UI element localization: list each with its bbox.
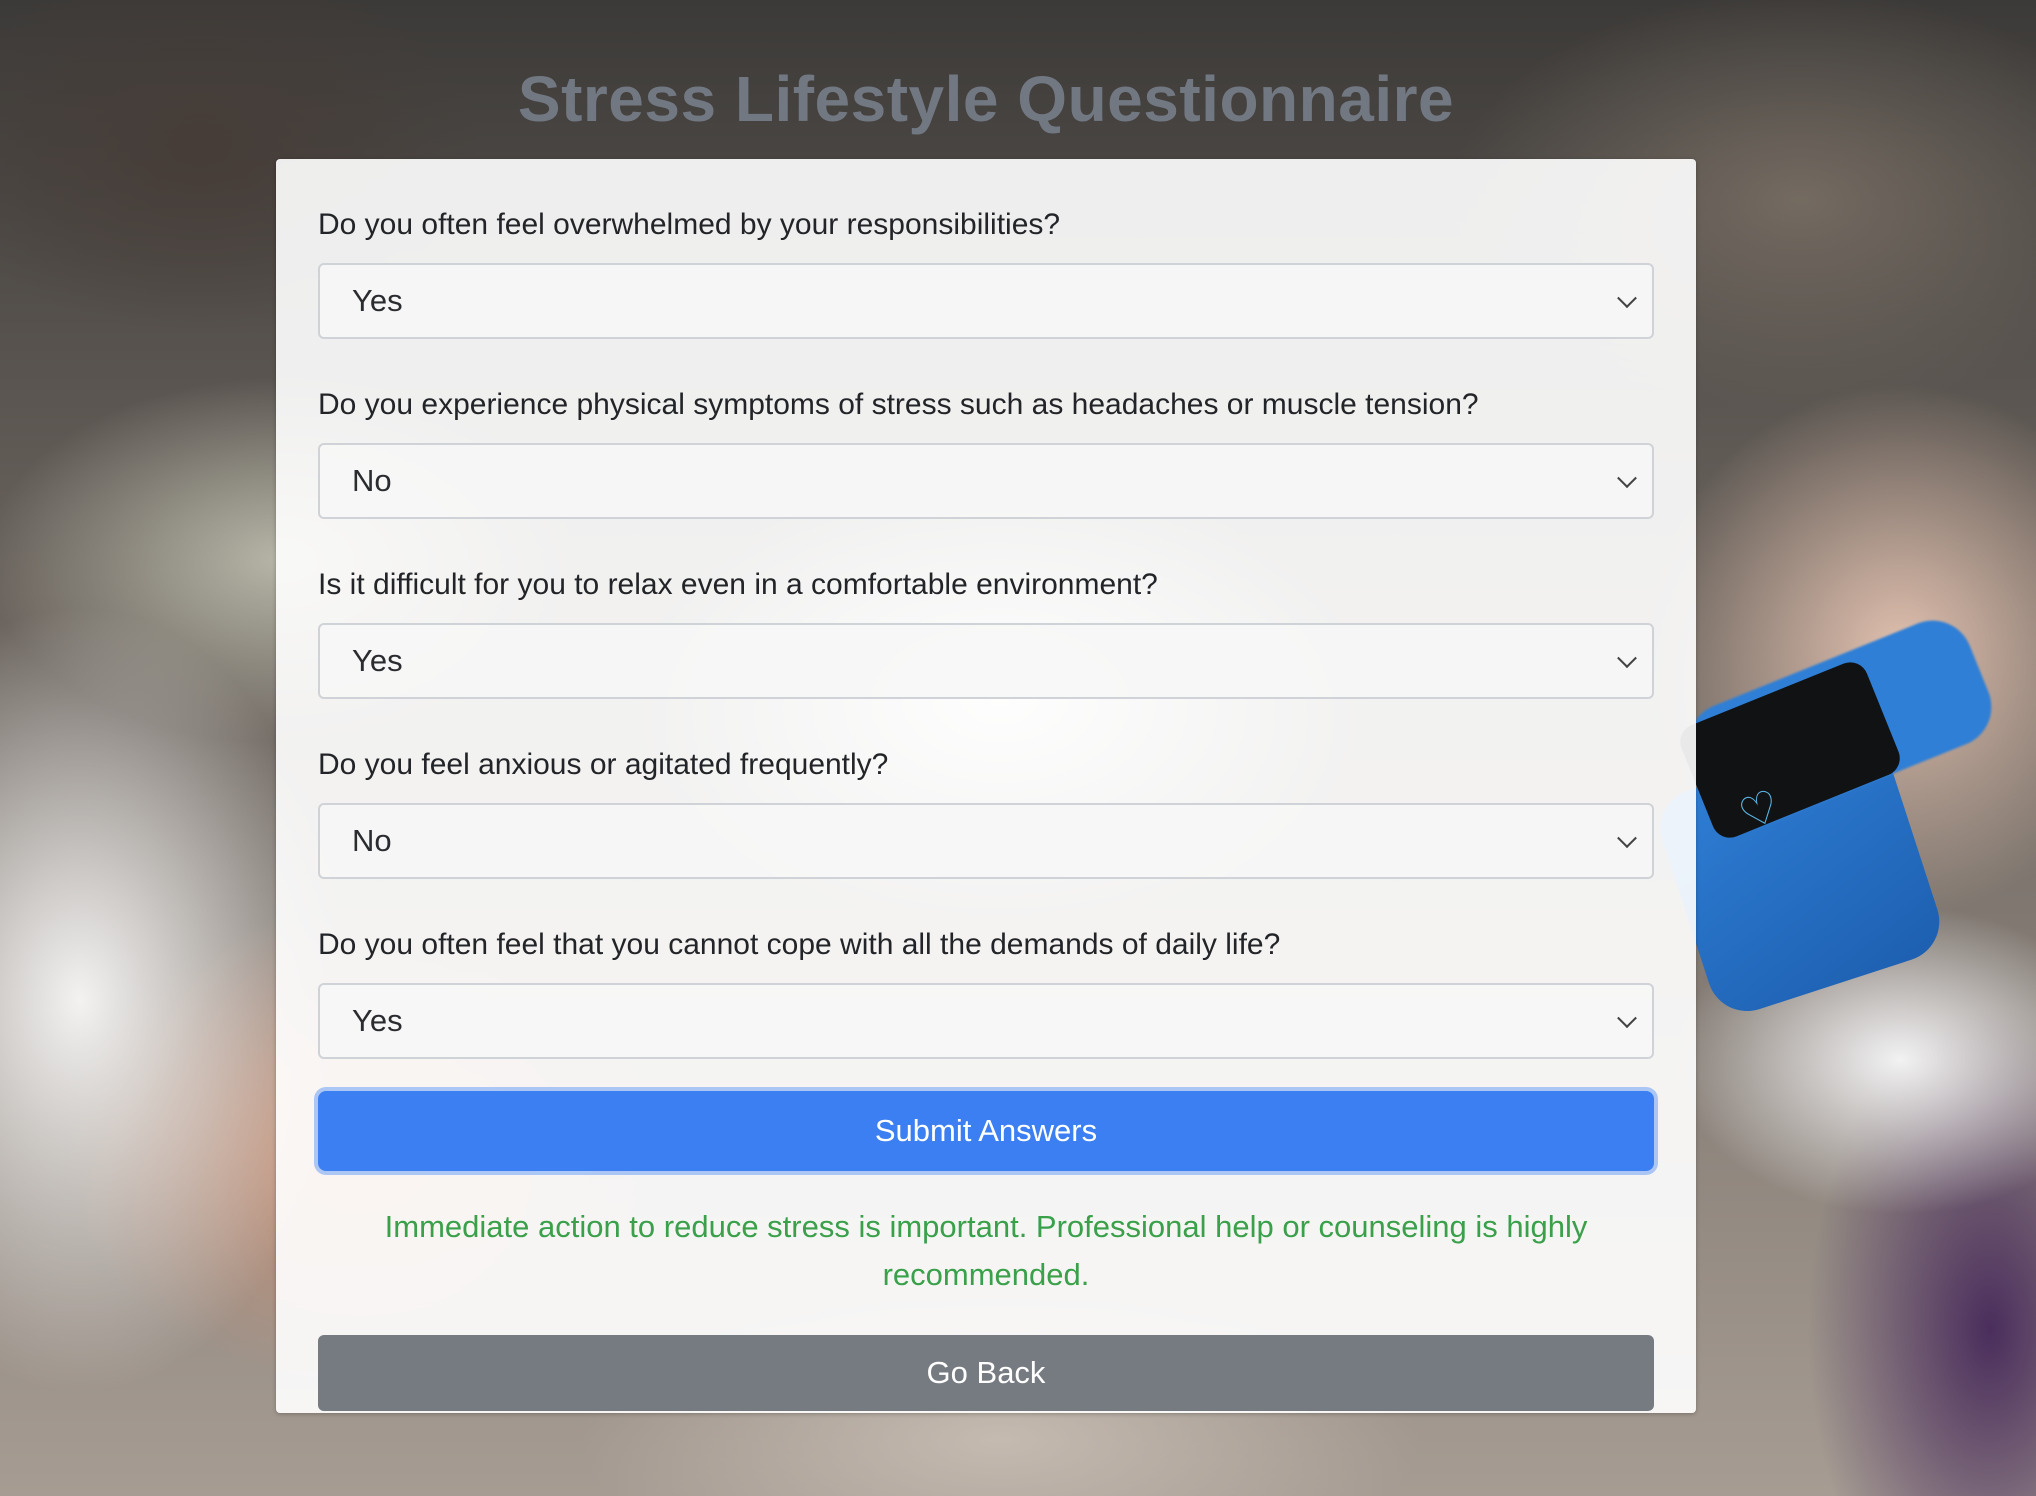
answer-select[interactable]: Yes bbox=[318, 623, 1654, 699]
question-label: Do you feel anxious or agitated frequent… bbox=[318, 748, 889, 781]
submit-answers-button[interactable]: Submit Answers bbox=[318, 1091, 1654, 1171]
page-title: Stress Lifestyle Questionnaire bbox=[517, 63, 1455, 135]
question-2: Do you experience physical symptoms of s… bbox=[318, 387, 1654, 519]
selected-value: No bbox=[352, 823, 392, 858]
answer-select[interactable]: No bbox=[318, 803, 1654, 879]
chevron-down-icon bbox=[1617, 288, 1637, 309]
question-1: Do you often feel overwhelmed by your re… bbox=[318, 207, 1654, 339]
selected-value: Yes bbox=[352, 283, 403, 318]
chevron-down-icon bbox=[1617, 648, 1637, 669]
answer-select[interactable]: Yes bbox=[318, 263, 1654, 339]
result-message: Immediate action to reduce stress is imp… bbox=[384, 1209, 1588, 1292]
question-4: Do you feel anxious or agitated frequent… bbox=[318, 747, 1654, 879]
question-5: Do you often feel that you cannot cope w… bbox=[318, 927, 1654, 1059]
selected-value: Yes bbox=[352, 643, 403, 678]
go-back-button[interactable]: Go Back bbox=[318, 1335, 1654, 1411]
selected-value: Yes bbox=[352, 1003, 403, 1038]
question-label: Do you often feel that you cannot cope w… bbox=[318, 928, 1281, 961]
selected-value: No bbox=[352, 463, 392, 498]
questionnaire-card: Do you often feel overwhelmed by your re… bbox=[276, 159, 1696, 1413]
chevron-down-icon bbox=[1617, 468, 1637, 489]
answer-select[interactable]: Yes bbox=[318, 983, 1654, 1059]
chevron-down-icon bbox=[1617, 828, 1637, 849]
chevron-down-icon bbox=[1617, 1008, 1637, 1029]
page: ♡ Stress Lifestyle Questionnaire Do you … bbox=[0, 0, 2036, 1496]
question-label: Is it difficult for you to relax even in… bbox=[318, 568, 1158, 601]
question-label: Do you often feel overwhelmed by your re… bbox=[318, 208, 1061, 241]
question-label: Do you experience physical symptoms of s… bbox=[318, 388, 1479, 421]
question-3: Is it difficult for you to relax even in… bbox=[318, 567, 1654, 699]
answer-select[interactable]: No bbox=[318, 443, 1654, 519]
